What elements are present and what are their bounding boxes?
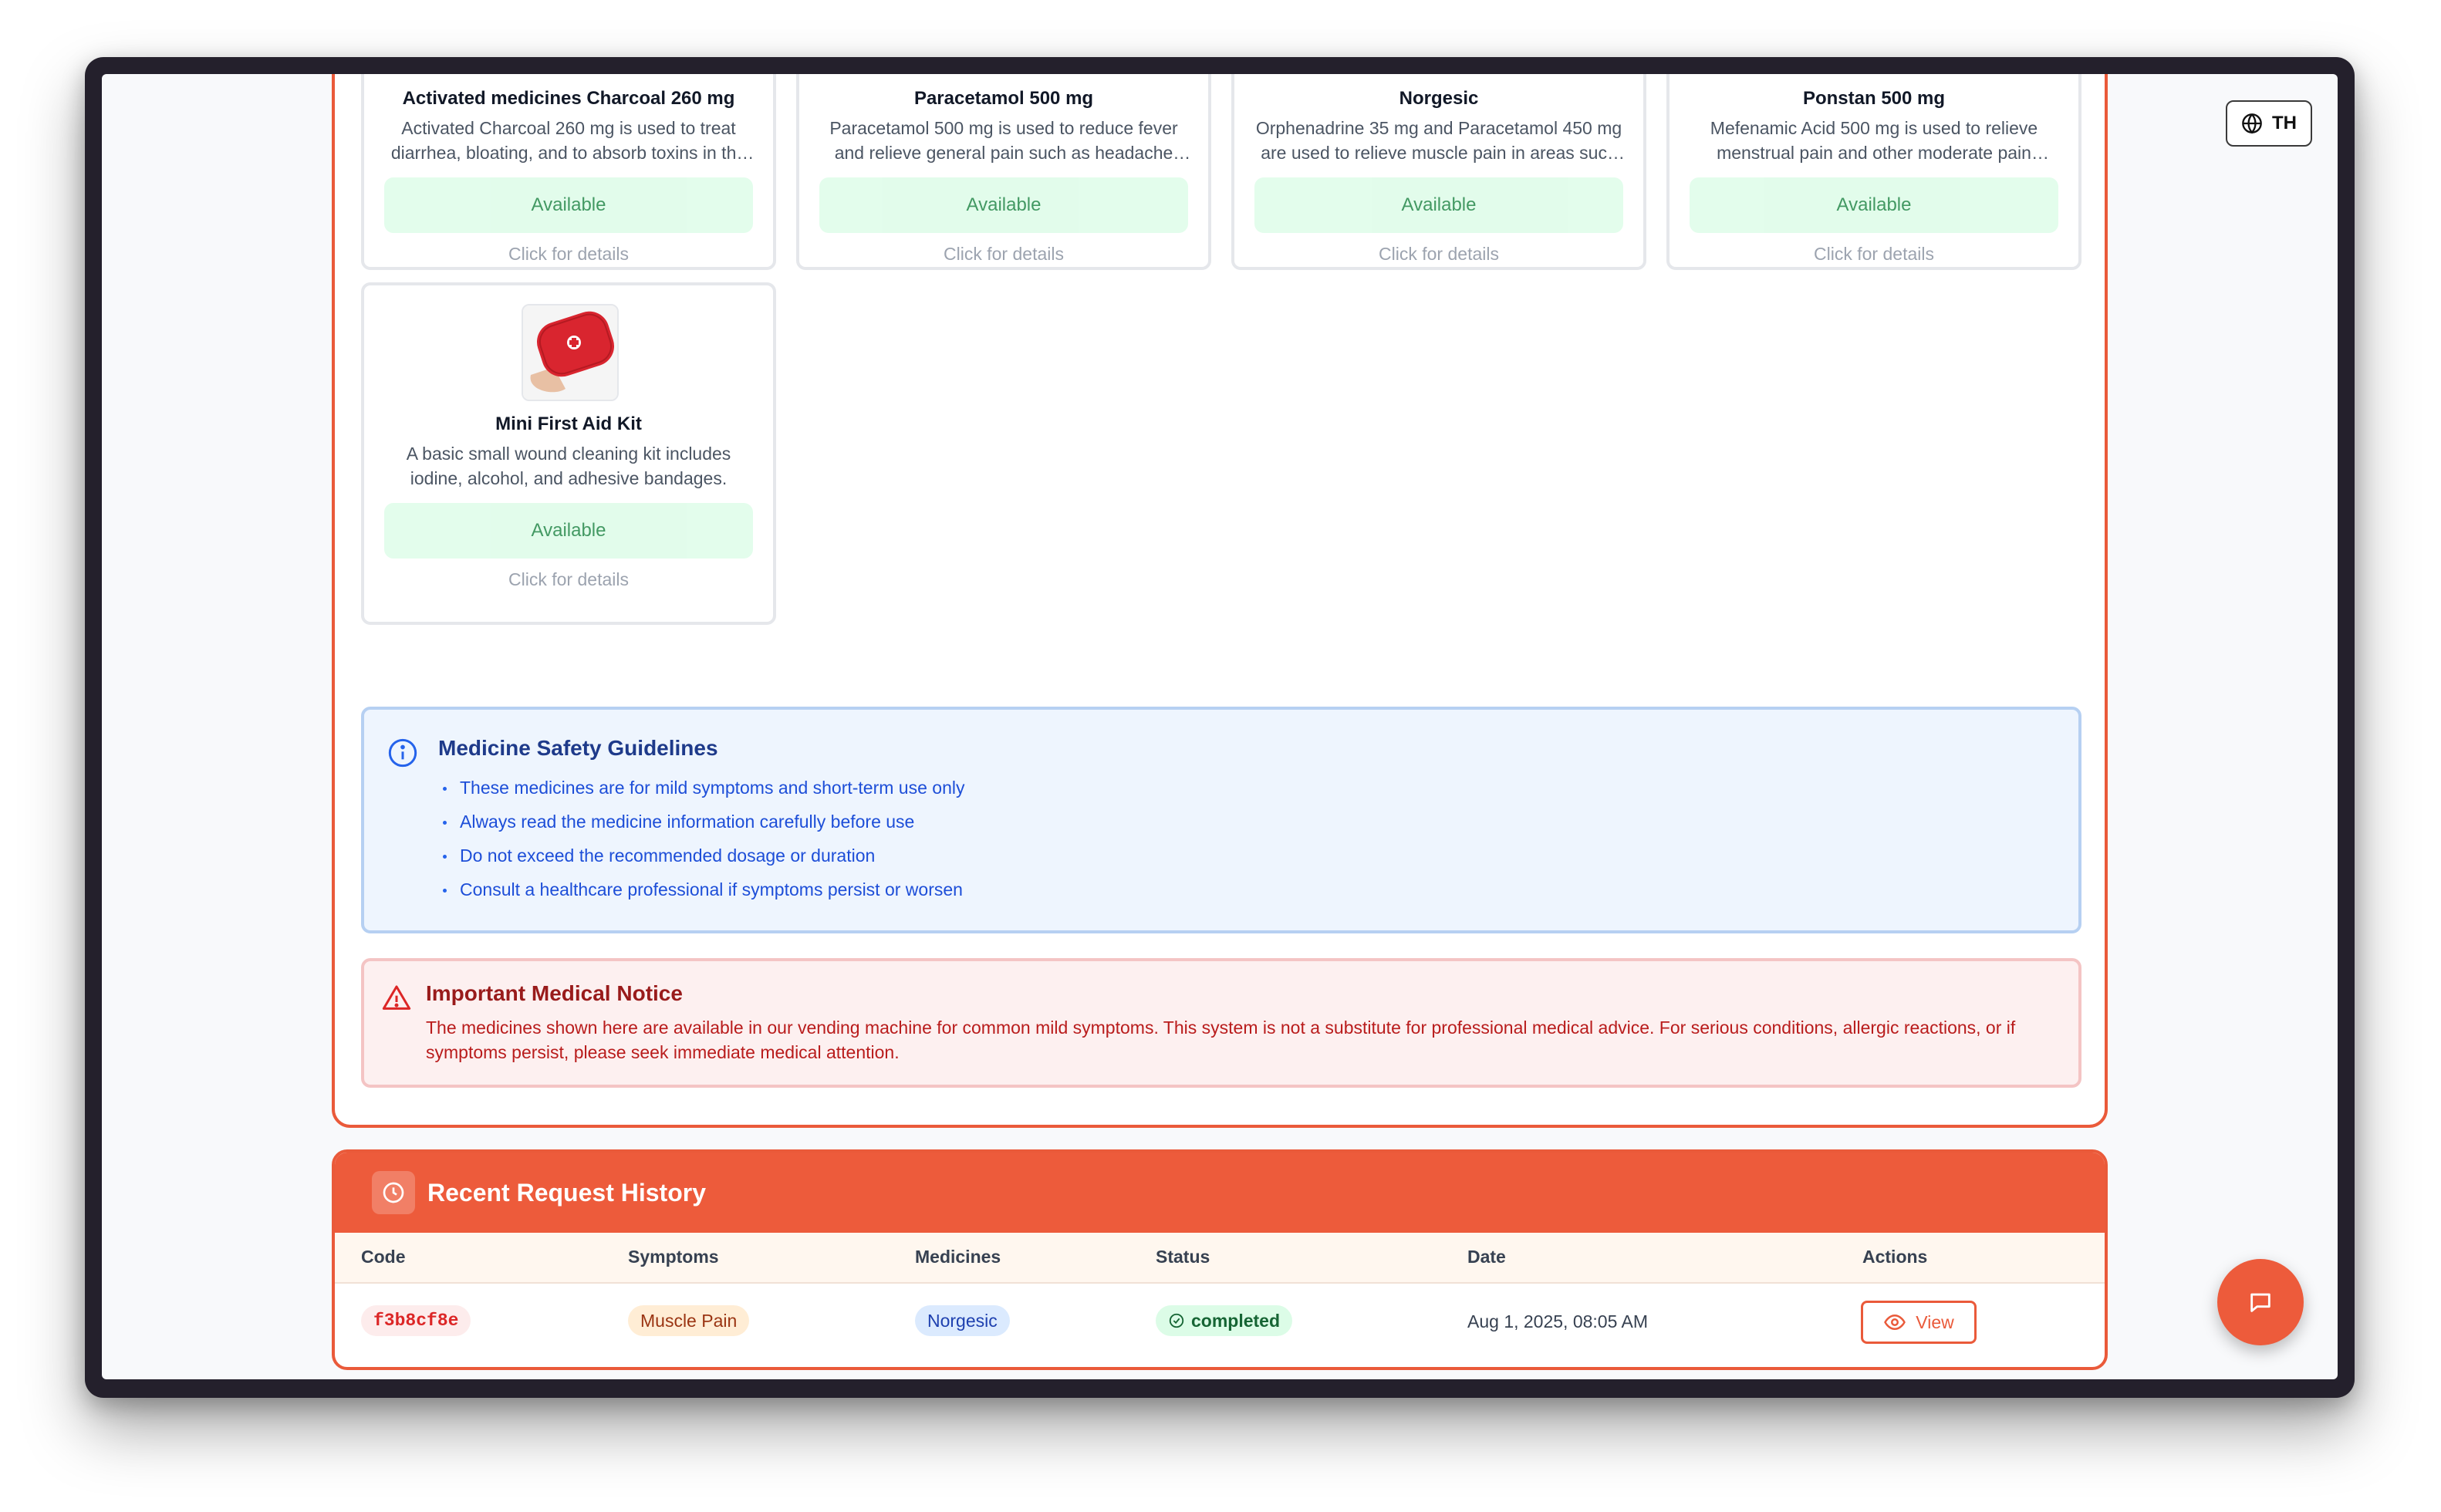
availability-badge: Available [384, 503, 753, 559]
device-frame: TH Activated medicines Charcoal 260 mg A… [85, 57, 2355, 1398]
notice-title: Important Medical Notice [426, 981, 683, 1005]
medicine-description: A basic small wound cleaning kit include… [406, 444, 731, 488]
medicine-description: Mefenamic Acid 500 mg is used to relieve… [1710, 118, 2038, 163]
medicine-card[interactable]: Paracetamol 500 mg Paracetamol 500 mg is… [796, 74, 1211, 270]
availability-badge: Available [384, 177, 753, 233]
column-header-code: Code [361, 1247, 406, 1267]
availability-badge: Available [819, 177, 1188, 233]
request-history-panel: Recent Request History Code Symptoms Med… [332, 1149, 2108, 1370]
globe-icon [2242, 113, 2262, 134]
status-label: completed [1191, 1311, 1281, 1331]
request-code: f3b8cf8e [361, 1305, 471, 1336]
safety-guidelines-box: Medicine Safety Guidelines These medicin… [361, 707, 2081, 933]
safety-title: Medicine Safety Guidelines [438, 736, 718, 760]
history-title: Recent Request History [427, 1179, 706, 1207]
medicine-tag: Norgesic [915, 1305, 1010, 1336]
chat-button[interactable] [2217, 1259, 2304, 1345]
first-aid-kit-image [522, 304, 619, 401]
medicine-card[interactable]: Activated medicines Charcoal 260 mg Acti… [361, 74, 776, 270]
medical-notice-box: Important Medical Notice The medicines s… [361, 958, 2081, 1088]
column-header-status: Status [1156, 1247, 1210, 1267]
medicine-card[interactable]: Ponstan 500 mg Mefenamic Acid 500 mg is … [1666, 74, 2081, 270]
eye-icon [1884, 1314, 1906, 1331]
medicine-name: Mini First Aid Kit [495, 413, 642, 434]
safety-item: These medicines are for mild symptoms an… [438, 775, 964, 808]
availability-badge: Available [1254, 177, 1623, 233]
details-hint: Click for details [1379, 244, 1499, 264]
chat-icon [2250, 1293, 2271, 1312]
safety-list: These medicines are for mild symptoms an… [438, 775, 964, 910]
medicine-name: Ponstan 500 mg [1802, 88, 1946, 109]
check-circle-icon [1169, 1313, 1184, 1328]
view-button[interactable]: View [1861, 1301, 1977, 1344]
column-header-symptoms: Symptoms [628, 1247, 719, 1267]
medicine-description: Activated Charcoal 260 mg is used to tre… [390, 118, 747, 163]
table-row: f3b8cf8e Muscle Pain Norgesic completed [335, 1282, 2105, 1367]
app-screen: TH Activated medicines Charcoal 260 mg A… [102, 74, 2338, 1379]
language-toggle-button[interactable]: TH [2226, 100, 2312, 147]
medicine-description: Orphenadrine 35 mg and Paracetamol 450 m… [1255, 118, 1622, 163]
notice-text: The medicines shown here are available i… [426, 1018, 2016, 1062]
medicine-name: Norgesic [1399, 88, 1479, 109]
medicine-name: Paracetamol 500 mg [913, 88, 1094, 109]
safety-item: Do not exceed the recommended dosage or … [438, 842, 964, 876]
clock-icon [372, 1171, 415, 1214]
status-badge: completed [1156, 1305, 1293, 1336]
column-header-medicines: Medicines [915, 1247, 1001, 1267]
safety-item: Always read the medicine information car… [438, 808, 964, 842]
history-table-header: Code Symptoms Medicines Status Date Acti… [335, 1233, 2105, 1284]
warning-icon [382, 985, 411, 1010]
details-hint: Click for details [508, 244, 629, 264]
details-hint: Click for details [508, 569, 629, 589]
medicine-card[interactable]: Norgesic Orphenadrine 35 mg and Paraceta… [1231, 74, 1646, 270]
details-hint: Click for details [1814, 244, 1934, 264]
column-header-actions: Actions [1862, 1247, 1928, 1267]
view-label: View [1916, 1311, 1954, 1332]
medicines-panel: Activated medicines Charcoal 260 mg Acti… [332, 74, 2108, 1128]
info-icon [388, 738, 417, 768]
history-header: Recent Request History [335, 1153, 2105, 1233]
symptom-tag: Muscle Pain [628, 1305, 750, 1336]
medicine-card[interactable]: Mini First Aid Kit A basic small wound c… [361, 282, 776, 625]
language-label: TH [2272, 113, 2297, 133]
column-header-date: Date [1467, 1247, 1506, 1267]
availability-badge: Available [1690, 177, 2058, 233]
request-date: Aug 1, 2025, 08:05 AM [1467, 1311, 1649, 1331]
details-hint: Click for details [944, 244, 1064, 264]
medicine-name: Activated medicines Charcoal 260 mg [402, 88, 735, 109]
medicine-description: Paracetamol 500 mg is used to reduce fev… [829, 118, 1178, 163]
safety-item: Consult a healthcare professional if sym… [438, 876, 964, 910]
